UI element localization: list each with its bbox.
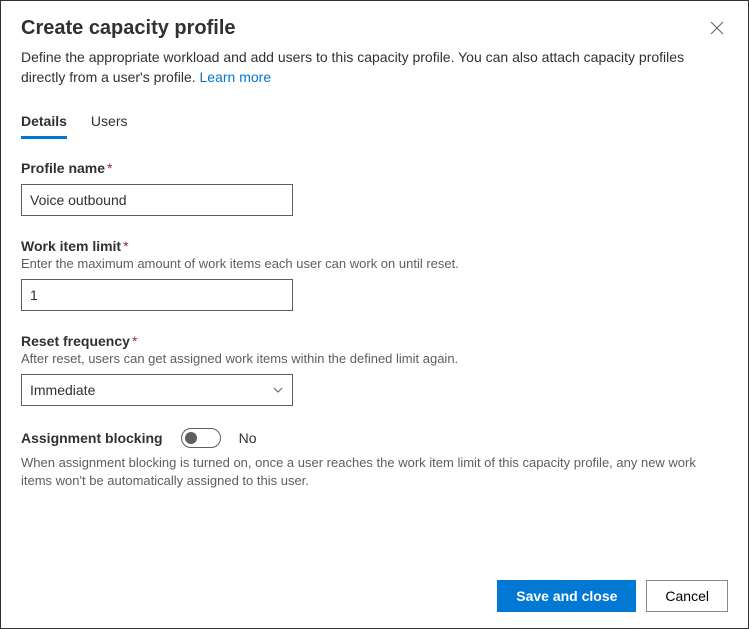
required-indicator: * bbox=[132, 333, 137, 349]
close-button[interactable] bbox=[706, 17, 728, 42]
save-and-close-button[interactable]: Save and close bbox=[497, 580, 636, 612]
field-reset-frequency: Reset frequency* After reset, users can … bbox=[21, 333, 728, 406]
profile-name-input[interactable] bbox=[21, 184, 293, 216]
work-item-limit-label: Work item limit bbox=[21, 238, 121, 254]
dialog-title: Create capacity profile bbox=[21, 17, 236, 40]
subtitle-text: Define the appropriate workload and add … bbox=[21, 49, 684, 85]
profile-name-label-row: Profile name* bbox=[21, 160, 728, 176]
required-indicator: * bbox=[107, 160, 112, 176]
assignment-blocking-help: When assignment blocking is turned on, o… bbox=[21, 454, 728, 490]
reset-frequency-label: Reset frequency bbox=[21, 333, 130, 349]
work-item-limit-help: Enter the maximum amount of work items e… bbox=[21, 256, 728, 271]
field-assignment-blocking: Assignment blocking No When assignment b… bbox=[21, 428, 728, 490]
work-item-limit-input[interactable] bbox=[21, 279, 293, 311]
tab-list: Details Users bbox=[21, 105, 728, 140]
reset-frequency-select[interactable]: Immediate bbox=[21, 374, 293, 406]
form-body: Profile name* Work item limit* Enter the… bbox=[21, 160, 728, 568]
create-capacity-profile-dialog: Create capacity profile Define the appro… bbox=[0, 0, 749, 629]
tab-details[interactable]: Details bbox=[21, 105, 67, 139]
learn-more-link[interactable]: Learn more bbox=[200, 69, 272, 85]
assignment-blocking-state: No bbox=[239, 430, 257, 446]
assignment-blocking-toggle[interactable] bbox=[181, 428, 221, 448]
field-work-item-limit: Work item limit* Enter the maximum amoun… bbox=[21, 238, 728, 311]
reset-frequency-label-row: Reset frequency* bbox=[21, 333, 728, 349]
dialog-subtitle: Define the appropriate workload and add … bbox=[21, 48, 728, 87]
chevron-down-icon bbox=[272, 384, 284, 396]
reset-frequency-value: Immediate bbox=[30, 382, 95, 398]
close-icon bbox=[710, 21, 724, 35]
assignment-blocking-label: Assignment blocking bbox=[21, 430, 163, 446]
cancel-button[interactable]: Cancel bbox=[646, 580, 728, 612]
work-item-limit-label-row: Work item limit* bbox=[21, 238, 728, 254]
field-profile-name: Profile name* bbox=[21, 160, 728, 216]
profile-name-label: Profile name bbox=[21, 160, 105, 176]
required-indicator: * bbox=[123, 238, 128, 254]
tab-users[interactable]: Users bbox=[91, 105, 128, 139]
assignment-blocking-row: Assignment blocking No bbox=[21, 428, 728, 448]
dialog-footer: Save and close Cancel bbox=[21, 568, 728, 612]
reset-frequency-help: After reset, users can get assigned work… bbox=[21, 351, 728, 366]
dialog-header: Create capacity profile bbox=[21, 17, 728, 42]
toggle-knob bbox=[185, 432, 197, 444]
